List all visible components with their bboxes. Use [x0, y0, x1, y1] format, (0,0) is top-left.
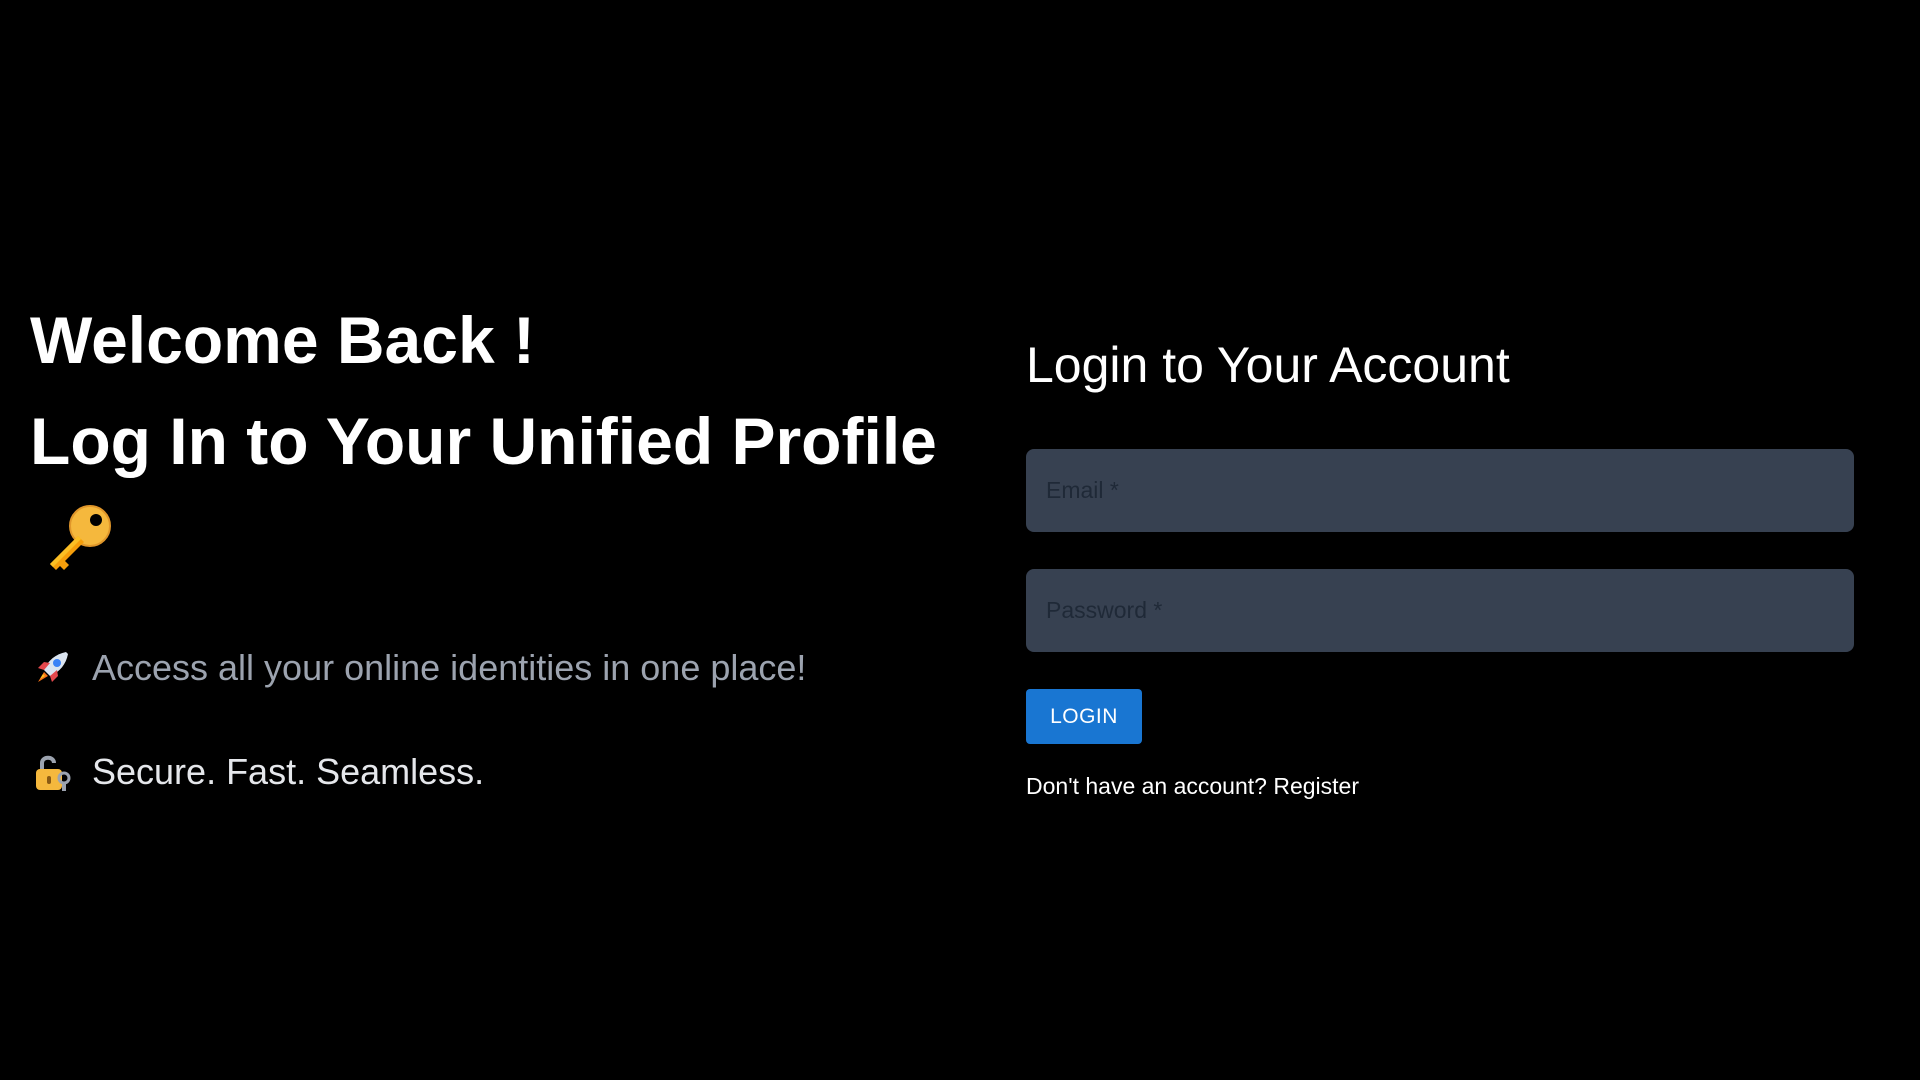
login-page: Welcome Back ! Log In to Your Unified Pr… [0, 0, 1920, 1080]
feature-secure-text: Secure. Fast. Seamless. [92, 751, 485, 792]
feature-identities-text: Access all your online identities in one… [92, 647, 807, 688]
welcome-heading-line2: Log In to Your Unified Profile [30, 404, 937, 478]
rocket-icon [38, 652, 68, 682]
register-prompt: Don't have an account? Register [1026, 772, 1854, 800]
welcome-heading: Welcome Back ! Log In to Your Unified Pr… [30, 290, 990, 492]
login-form: Login to Your Account LOGIN Don't have a… [1026, 330, 1854, 800]
feature-secure: Secure. Fast. Seamless. [30, 750, 990, 794]
lock-icon [36, 755, 71, 791]
email-field[interactable] [1026, 449, 1854, 532]
login-heading: Login to Your Account [1026, 337, 1510, 393]
key-icon [50, 505, 111, 570]
welcome-heading-line1: Welcome Back ! [30, 303, 535, 377]
register-prompt-text: Don't have an account? [1026, 773, 1267, 799]
password-field[interactable] [1026, 569, 1854, 652]
feature-identities: Access all your online identities in one… [30, 646, 990, 690]
register-link[interactable]: Register [1273, 773, 1359, 799]
login-button[interactable]: LOGIN [1026, 689, 1142, 744]
welcome-panel: Welcome Back ! Log In to Your Unified Pr… [30, 290, 990, 794]
